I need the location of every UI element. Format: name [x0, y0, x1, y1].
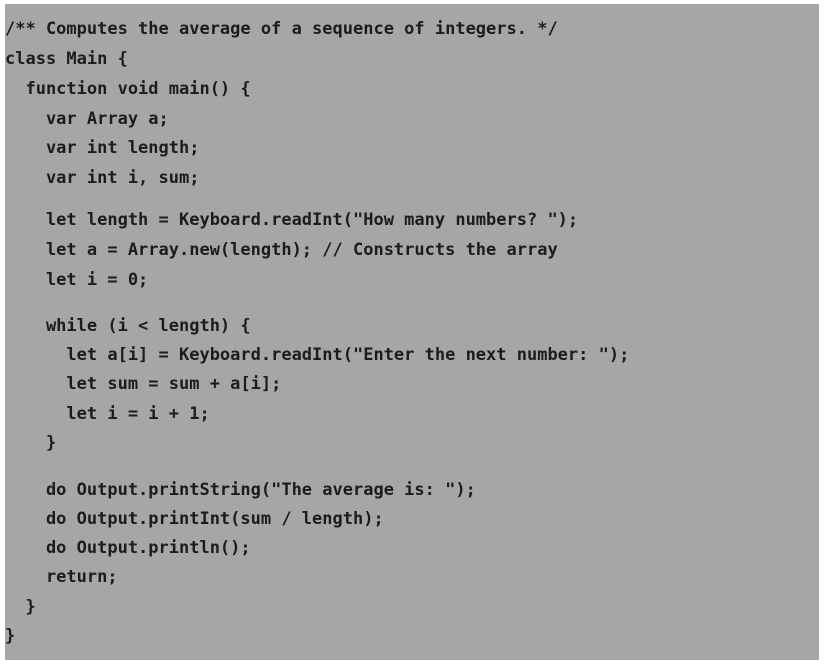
- code-line-while-close: }: [5, 433, 57, 453]
- code-line-return: return;: [5, 567, 118, 587]
- code-line-class-decl: class Main {: [5, 49, 128, 69]
- code-line-var-length: var int length;: [5, 138, 200, 158]
- code-line-accumulate-sum: let sum = sum + a[i];: [5, 374, 282, 394]
- code-line-class-close: }: [5, 626, 16, 646]
- code-line-function-decl: function void main() {: [5, 79, 251, 99]
- code-line-read-element: let a[i] = Keyboard.readInt("Enter the n…: [5, 345, 630, 365]
- code-line-var-i-sum: var int i, sum;: [5, 168, 200, 188]
- code-line-doc-comment: /** Computes the average of a sequence o…: [5, 19, 558, 39]
- code-line-let-i: let i = 0;: [5, 270, 149, 290]
- code-line-let-array: let a = Array.new(length); // Constructs…: [5, 240, 558, 260]
- code-line-function-close: }: [5, 597, 36, 617]
- code-line-while: while (i < length) {: [5, 316, 251, 336]
- code-listing: /** Computes the average of a sequence o…: [5, 4, 819, 660]
- code-line-print-string: do Output.printString("The average is: "…: [5, 480, 476, 500]
- code-line-print-int: do Output.printInt(sum / length);: [5, 509, 384, 529]
- code-line-increment-i: let i = i + 1;: [5, 404, 210, 424]
- code-line-var-array: var Array a;: [5, 109, 169, 129]
- code-line-println: do Output.println();: [5, 538, 251, 558]
- code-line-let-length: let length = Keyboard.readInt("How many …: [5, 210, 579, 230]
